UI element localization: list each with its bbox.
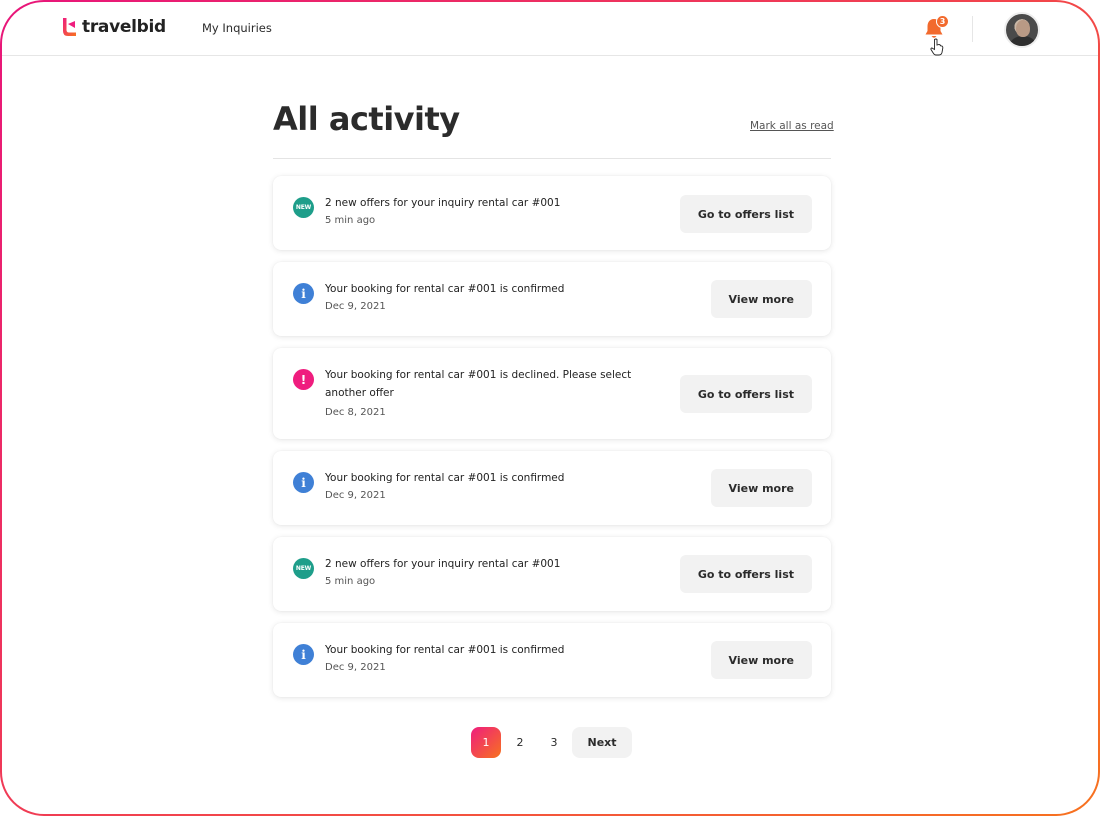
notification-badge: 3 <box>936 15 949 28</box>
go-to-offers-button[interactable]: Go to offers list <box>679 555 812 593</box>
activity-message: Your booking for rental car #001 is conf… <box>325 644 565 656</box>
info-icon: i <box>293 644 314 665</box>
view-more-button[interactable]: View more <box>710 641 812 679</box>
top-nav: travelbid My Inquiries 3 <box>2 2 1098 56</box>
activity-message: Your booking for rental car #001 is conf… <box>325 283 565 295</box>
brand-name: travelbid <box>82 17 166 37</box>
nav-my-inquiries[interactable]: My Inquiries <box>202 21 272 35</box>
activity-message: 2 new offers for your inquiry rental car… <box>325 558 561 570</box>
view-more-button[interactable]: View more <box>710 469 812 507</box>
activity-card: NEW 2 new offers for your inquiry rental… <box>273 176 831 250</box>
activity-time: Dec 9, 2021 <box>325 662 386 673</box>
go-to-offers-button[interactable]: Go to offers list <box>679 375 812 413</box>
new-badge-icon: NEW <box>293 558 314 579</box>
title-divider <box>273 158 831 159</box>
app-window: travelbid My Inquiries 3 All activity Ma… <box>2 2 1098 814</box>
activity-card: i Your booking for rental car #001 is co… <box>273 623 831 697</box>
window-frame: travelbid My Inquiries 3 All activity Ma… <box>0 0 1100 816</box>
avatar-face-shape <box>1016 20 1030 37</box>
page-1-button[interactable]: 1 <box>471 727 501 758</box>
go-to-offers-button[interactable]: Go to offers list <box>679 195 812 233</box>
view-more-button[interactable]: View more <box>710 280 812 318</box>
activity-card: i Your booking for rental car #001 is co… <box>273 262 831 336</box>
page-title: All activity <box>273 100 460 138</box>
info-icon: i <box>293 472 314 493</box>
travelbid-logo-icon <box>63 18 76 36</box>
brand-logo[interactable]: travelbid <box>60 17 166 37</box>
activity-time: Dec 8, 2021 <box>325 407 386 418</box>
info-icon: i <box>293 283 314 304</box>
alert-icon: ! <box>293 369 314 390</box>
activity-message: Your booking for rental car #001 is decl… <box>325 369 632 399</box>
user-avatar[interactable] <box>1004 12 1040 48</box>
hand-cursor-icon <box>930 38 944 56</box>
activity-message: Your booking for rental car #001 is conf… <box>325 472 565 484</box>
activity-time: Dec 9, 2021 <box>325 301 386 312</box>
page-3-button[interactable]: 3 <box>541 727 567 758</box>
activity-card: i Your booking for rental car #001 is co… <box>273 451 831 525</box>
activity-time: 5 min ago <box>325 215 376 226</box>
activity-message: 2 new offers for your inquiry rental car… <box>325 197 561 209</box>
activity-card: ! Your booking for rental car #001 is de… <box>273 348 831 439</box>
avatar-body-shape <box>1010 36 1036 46</box>
header-divider <box>972 16 973 42</box>
mark-all-read-link[interactable]: Mark all as read <box>750 120 834 132</box>
activity-time: Dec 9, 2021 <box>325 490 386 501</box>
activity-card: NEW 2 new offers for your inquiry rental… <box>273 537 831 611</box>
next-page-button[interactable]: Next <box>572 727 632 758</box>
activity-time: 5 min ago <box>325 576 376 587</box>
page-2-button[interactable]: 2 <box>507 727 533 758</box>
new-badge-icon: NEW <box>293 197 314 218</box>
